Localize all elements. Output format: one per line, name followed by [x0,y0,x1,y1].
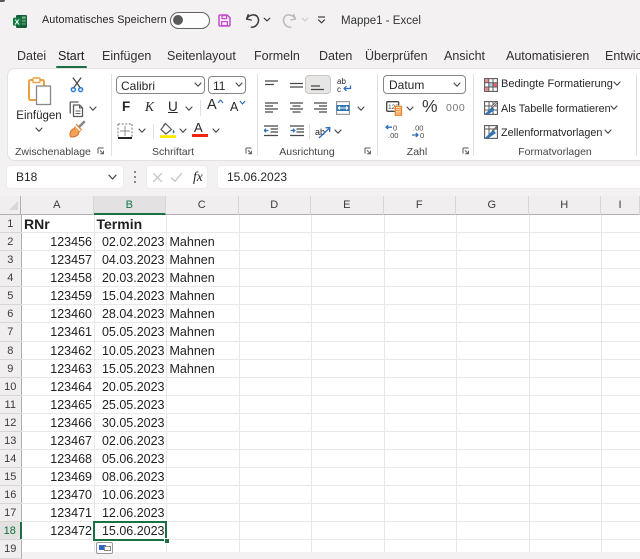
svg-text:X: X [14,17,19,26]
svg-text:c: c [337,85,341,93]
svg-text:.00: .00 [388,131,398,139]
svg-text:0: 0 [420,131,424,139]
svg-text:ab: ab [315,127,325,137]
